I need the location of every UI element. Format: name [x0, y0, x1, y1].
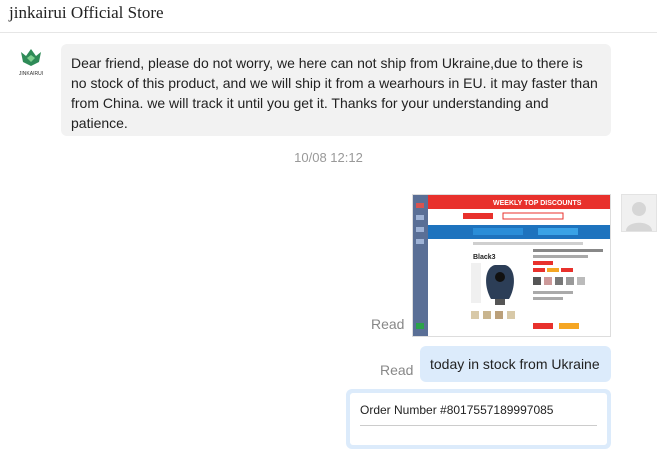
- banner-text: WEEKLY TOP DISCOUNTS: [493, 200, 582, 207]
- incoming-message-bubble: Dear friend, please do not worry, we her…: [61, 44, 611, 136]
- order-divider: [360, 425, 597, 426]
- user-silhouette-icon: [626, 202, 652, 231]
- text-read-status: Read: [380, 362, 414, 378]
- product-page-screenshot: WEEKLY TOP DISCOUNTS Black3: [413, 195, 610, 336]
- chat-header: jinkairui Official Store: [0, 0, 657, 33]
- store-logo-icon: JINKAIRUI: [19, 49, 43, 77]
- store-avatar[interactable]: JINKAIRUI: [13, 46, 49, 80]
- incoming-message-text: Dear friend, please do not worry, we her…: [71, 55, 598, 131]
- store-name[interactable]: jinkairui Official Store: [9, 3, 164, 23]
- user-avatar[interactable]: [621, 194, 657, 232]
- store-logo-caption: JINKAIRUI: [19, 71, 43, 77]
- outgoing-message-text: today in stock from Ukraine: [430, 356, 600, 372]
- product-variant-label: Black3: [473, 254, 496, 261]
- order-number[interactable]: Order Number #8017557189997085: [360, 403, 553, 417]
- message-timestamp: 10/08 12:12: [294, 150, 363, 165]
- outgoing-message-bubble: today in stock from Ukraine: [420, 346, 611, 382]
- image-message-thumbnail[interactable]: WEEKLY TOP DISCOUNTS Black3: [412, 194, 611, 337]
- image-read-status: Read: [371, 316, 405, 332]
- order-card-body: Order Number #8017557189997085: [350, 393, 607, 445]
- order-card[interactable]: Order Number #8017557189997085: [346, 389, 611, 449]
